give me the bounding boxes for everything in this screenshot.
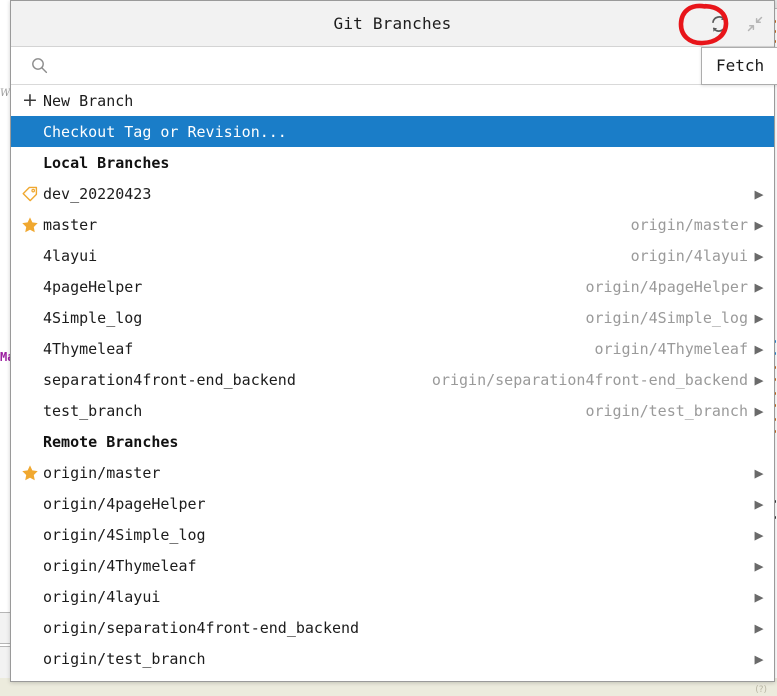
branch-row-test-branch[interactable]: test_branch origin/test_branch ▶ xyxy=(11,395,774,426)
remote-branch-row-origin-4simple-log[interactable]: origin/4Simple_log ▶ xyxy=(11,519,774,550)
branch-name: separation4front-end_backend xyxy=(43,370,296,389)
branch-name: origin/4Thymeleaf xyxy=(43,556,197,575)
new-branch-label: New Branch xyxy=(43,91,134,110)
branch-row-4thymeleaf[interactable]: 4Thymeleaf origin/4Thymeleaf ▶ xyxy=(11,333,774,364)
chevron-right-icon[interactable]: ▶ xyxy=(752,557,766,575)
chevron-right-icon[interactable]: ▶ xyxy=(752,247,766,265)
tag-icon xyxy=(21,185,43,203)
chevron-right-icon[interactable]: ▶ xyxy=(752,526,766,544)
tracking-branch: origin/separation4front-end_backend xyxy=(431,370,748,389)
branch-name: origin/master xyxy=(43,463,161,482)
section-title: Remote Branches xyxy=(43,432,179,451)
checkout-tag-label: Checkout Tag or Revision... xyxy=(43,122,287,141)
branch-name: 4Thymeleaf xyxy=(43,339,134,358)
chevron-right-icon[interactable]: ▶ xyxy=(752,185,766,203)
titlebar-actions xyxy=(708,1,766,46)
branch-name: origin/separation4front-end_backend xyxy=(43,618,360,637)
remote-branch-row-origin-test-branch[interactable]: origin/test_branch ▶ xyxy=(11,643,774,674)
fetch-tooltip: Fetch xyxy=(701,47,777,85)
tracking-branch: origin/4Thymeleaf xyxy=(594,339,748,358)
tracking-branch: origin/4layui xyxy=(630,246,748,265)
chevron-right-icon[interactable]: ▶ xyxy=(752,309,766,327)
branch-row-4layui[interactable]: 4layui origin/4layui ▶ xyxy=(11,240,774,271)
chevron-right-icon[interactable]: ▶ xyxy=(752,340,766,358)
search-input[interactable] xyxy=(58,56,764,75)
branch-row-4simple-log[interactable]: 4Simple_log origin/4Simple_log ▶ xyxy=(11,302,774,333)
remote-branch-row-origin-separation4front-end-backend[interactable]: origin/separation4front-end_backend ▶ xyxy=(11,612,774,643)
chevron-right-icon[interactable]: ▶ xyxy=(752,619,766,637)
tracking-branch: origin/4Simple_log xyxy=(585,308,748,327)
tracking-branch: origin/test_branch xyxy=(585,401,748,420)
chevron-right-icon[interactable]: ▶ xyxy=(752,588,766,606)
tracking-branch: origin/master xyxy=(630,215,748,234)
chevron-right-icon[interactable]: ▶ xyxy=(752,650,766,668)
chevron-right-icon[interactable]: ▶ xyxy=(752,278,766,296)
plus-icon: + xyxy=(22,89,38,111)
branch-row-dev-20220423[interactable]: dev_20220423 ▶ xyxy=(11,178,774,209)
branch-name: 4Simple_log xyxy=(43,308,143,327)
remote-branch-row-origin-4layui[interactable]: origin/4layui ▶ xyxy=(11,581,774,612)
branch-name: test_branch xyxy=(43,401,143,420)
star-icon xyxy=(21,216,43,234)
section-header-local-branches: Local Branches xyxy=(11,147,774,178)
chevron-right-icon[interactable]: ▶ xyxy=(752,216,766,234)
collapse-icon[interactable] xyxy=(744,13,766,35)
git-branches-popup: Git Branches + New Branch Checkout Tag o… xyxy=(10,0,777,682)
new-branch-action[interactable]: + New Branch ▶ xyxy=(11,85,774,116)
branch-name: origin/test_branch xyxy=(43,649,206,668)
search-bar xyxy=(11,47,774,85)
section-header-remote-branches: Remote Branches xyxy=(11,426,774,457)
chevron-right-icon[interactable]: ▶ xyxy=(752,495,766,513)
branch-name: 4layui xyxy=(43,246,98,265)
branch-row-4pagehelper[interactable]: 4pageHelper origin/4pageHelper ▶ xyxy=(11,271,774,302)
branch-name: origin/4layui xyxy=(43,587,161,606)
search-icon xyxy=(31,57,48,74)
chevron-right-icon[interactable]: ▶ xyxy=(752,464,766,482)
branch-row-master[interactable]: master origin/master ▶ xyxy=(11,209,774,240)
star-icon xyxy=(21,464,43,482)
background-status-tick: (?) xyxy=(755,685,767,695)
remote-branch-row-origin-master[interactable]: origin/master ▶ xyxy=(11,457,774,488)
branch-name: origin/4pageHelper xyxy=(43,494,206,513)
branch-name: 4pageHelper xyxy=(43,277,143,296)
branch-name: dev_20220423 xyxy=(43,184,152,203)
checkout-tag-or-revision-action[interactable]: Checkout Tag or Revision... ▶ xyxy=(11,116,774,147)
tracking-branch: origin/4pageHelper xyxy=(585,277,748,296)
chevron-right-icon[interactable]: ▶ xyxy=(752,402,766,420)
remote-branch-row-origin-4pagehelper[interactable]: origin/4pageHelper ▶ xyxy=(11,488,774,519)
background-left-strip xyxy=(0,0,10,696)
popup-titlebar: Git Branches xyxy=(11,1,774,47)
section-title: Local Branches xyxy=(43,153,170,172)
page-title: Git Branches xyxy=(333,14,452,33)
branches-list[interactable]: + New Branch ▶ Checkout Tag or Revision.… xyxy=(11,85,774,681)
branch-name: origin/4Simple_log xyxy=(43,525,206,544)
refresh-icon[interactable] xyxy=(708,13,730,35)
remote-branch-row-origin-4thymeleaf[interactable]: origin/4Thymeleaf ▶ xyxy=(11,550,774,581)
branch-row-separation4front-end-backend[interactable]: separation4front-end_backend origin/sepa… xyxy=(11,364,774,395)
chevron-right-icon[interactable]: ▶ xyxy=(752,371,766,389)
branch-name: master xyxy=(43,215,98,234)
